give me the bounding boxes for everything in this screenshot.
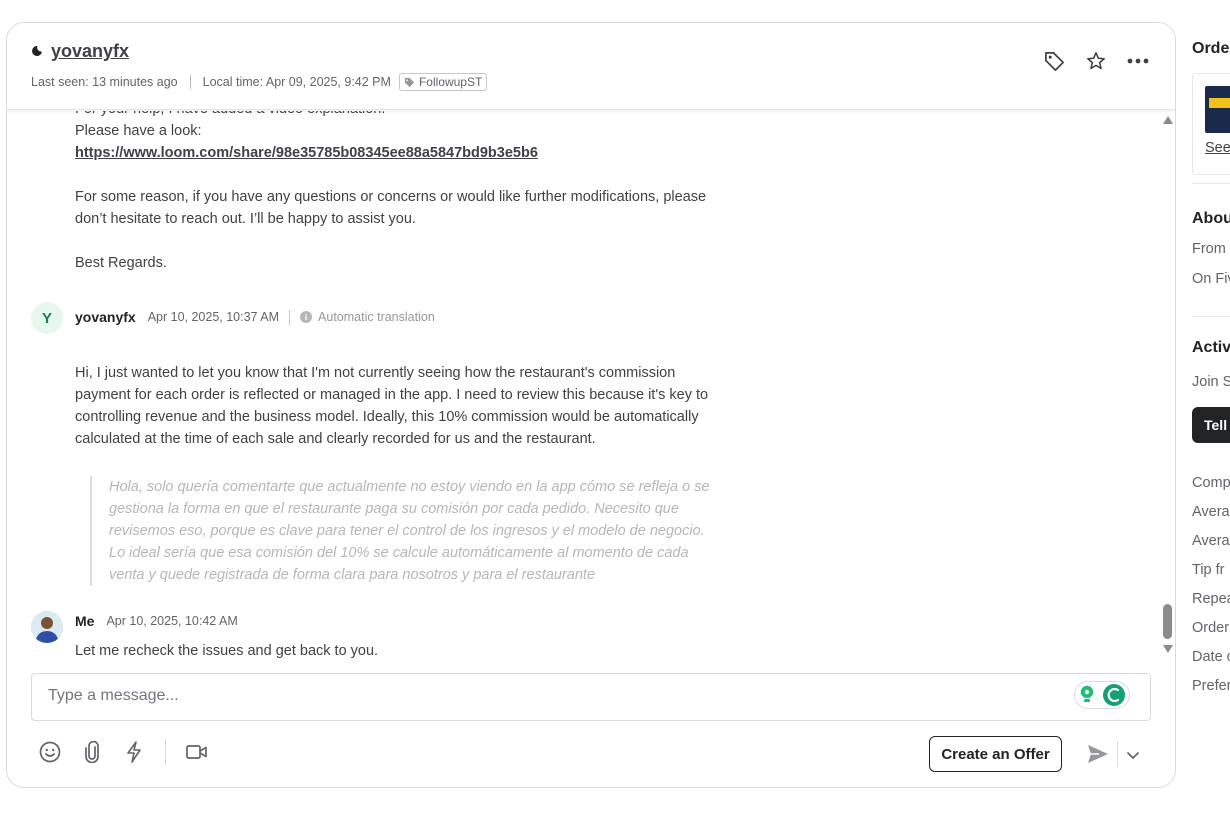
- header-actions: [1043, 50, 1149, 72]
- translation-label: Automatic translation: [318, 310, 435, 324]
- emoji-icon: [39, 741, 61, 763]
- avatar[interactable]: Y: [31, 302, 63, 334]
- sender-name[interactable]: yovanyfx: [75, 309, 136, 325]
- message-input[interactable]: [48, 674, 948, 718]
- scroll-down-arrow-icon[interactable]: [1163, 645, 1173, 653]
- more-dots-icon: [1127, 58, 1149, 64]
- info-icon: [300, 311, 313, 323]
- video-call-button[interactable]: [186, 741, 208, 763]
- tell-us-button[interactable]: Tell: [1192, 407, 1230, 443]
- activity-heading: Activi: [1192, 339, 1230, 356]
- scroll-up-arrow-icon[interactable]: [1163, 116, 1173, 124]
- last-seen-text: Last seen: 13 minutes ago: [31, 75, 178, 89]
- previous-message-signoff: Best Regards.: [75, 255, 167, 271]
- my-message-text: Let me recheck the issues and get back t…: [75, 643, 379, 659]
- label-badge-text: FollowupST: [418, 75, 483, 89]
- stat-label: Prefer: [1192, 678, 1230, 694]
- conversation-header: yovanyfx Last seen: 13 minutes ago Local…: [7, 23, 1175, 110]
- sender-name: Me: [75, 613, 95, 629]
- on-fiverr-label: On Fiv: [1192, 271, 1230, 287]
- scrollbar-thumb[interactable]: [1163, 604, 1172, 639]
- grammar-assistant-icon: [1103, 684, 1125, 706]
- gig-thumbnail: [1205, 86, 1230, 133]
- see-order-link[interactable]: See: [1205, 140, 1230, 156]
- join-text: Join S: [1192, 374, 1230, 390]
- attach-file-button[interactable]: [81, 741, 103, 763]
- message-list[interactable]: For your help, I have added a video expl…: [7, 111, 1159, 661]
- tag-icon: [404, 77, 415, 87]
- contact-username[interactable]: yovanyfx: [51, 41, 129, 62]
- create-offer-button[interactable]: Create an Offer: [929, 736, 1062, 772]
- label-badge[interactable]: FollowupST: [398, 73, 488, 91]
- more-options-button[interactable]: [1127, 50, 1149, 72]
- message-timestamp: Apr 10, 2025, 10:37 AM: [147, 310, 280, 324]
- header-divider: [289, 309, 291, 325]
- ai-assistant-button[interactable]: [1074, 681, 1130, 709]
- tag-outline-icon: [1044, 51, 1064, 71]
- orders-heading: Orde: [1192, 40, 1230, 57]
- paperclip-icon: [85, 741, 99, 763]
- conversation-panel: yovanyfx Last seen: 13 minutes ago Local…: [6, 22, 1176, 788]
- my-message-header: Me Apr 10, 2025, 10:42 AM: [75, 613, 238, 629]
- client-message-text: Hi, I just wanted to let you know that I…: [75, 365, 709, 447]
- message-composer: [31, 673, 1151, 721]
- original-language-quote: Hola, solo quería comentarte que actualm…: [90, 476, 712, 586]
- avatar[interactable]: [31, 611, 63, 643]
- meta-divider: [189, 75, 191, 89]
- local-time-text: Local time: Apr 09, 2025, 9:42 PM: [202, 75, 391, 89]
- stat-label: Tip fr: [1192, 562, 1225, 578]
- quick-response-button[interactable]: [123, 741, 145, 763]
- toolbar-divider: [165, 739, 166, 765]
- previous-message-line: Please have a look:: [75, 123, 202, 139]
- lightbulb-icon: [1080, 685, 1094, 702]
- star-icon: [1087, 52, 1105, 70]
- section-divider: [1192, 316, 1230, 317]
- previous-message-paragraph: For some reason, if you have any questio…: [75, 189, 707, 227]
- lightning-icon: [127, 741, 141, 763]
- chevron-down-icon[interactable]: [1125, 747, 1141, 763]
- label-button[interactable]: [1043, 50, 1065, 72]
- from-label: From: [1192, 241, 1226, 257]
- message-timestamp: Apr 10, 2025, 10:42 AM: [106, 614, 238, 628]
- order-card[interactable]: See: [1192, 73, 1230, 175]
- previous-message-line: For your help, I have added a video expl…: [75, 111, 715, 120]
- send-divider: [1117, 741, 1118, 767]
- contact-meta: Last seen: 13 minutes ago Local time: Ap…: [31, 73, 488, 91]
- section-divider: [1192, 183, 1230, 184]
- stat-label: Avera: [1192, 533, 1230, 549]
- emoji-button[interactable]: [39, 741, 61, 763]
- about-heading: Abou: [1192, 210, 1230, 227]
- send-icon[interactable]: [1087, 743, 1109, 765]
- stat-label: Avera: [1192, 504, 1230, 520]
- translation-indicator[interactable]: Automatic translation: [300, 310, 435, 324]
- stat-label: Date o: [1192, 649, 1230, 665]
- avatar-letter: Y: [41, 309, 52, 327]
- away-status-icon: [32, 45, 42, 56]
- profile-photo: [31, 611, 63, 643]
- stat-label: Repea: [1192, 591, 1230, 607]
- loom-video-link[interactable]: https://www.loom.com/share/98e35785b0834…: [75, 145, 538, 161]
- composer-toolbar: [39, 739, 208, 765]
- video-camera-icon: [186, 745, 207, 759]
- star-button[interactable]: [1085, 50, 1107, 72]
- stat-label: Order: [1192, 620, 1230, 636]
- stat-label: Comp: [1192, 475, 1230, 491]
- order-details-sidebar: Orde See Abou From On Fiv Activi Join S …: [1192, 0, 1230, 819]
- client-message-header: yovanyfx Apr 10, 2025, 10:37 AM Automati…: [75, 309, 435, 325]
- previous-message-body: For your help, I have added a video expl…: [75, 111, 715, 274]
